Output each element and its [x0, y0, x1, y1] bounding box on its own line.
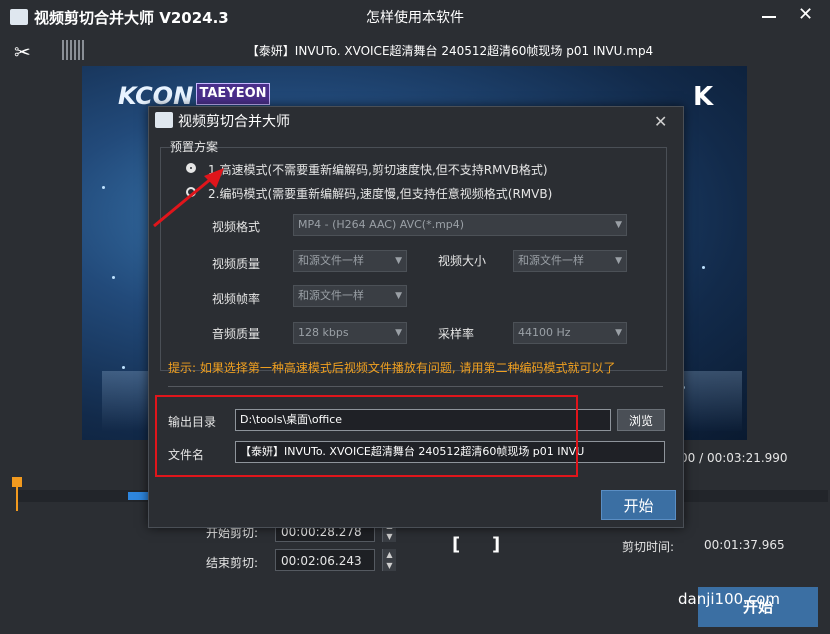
- preset-label: 预置方案: [170, 140, 219, 154]
- set-end-bracket-button[interactable]: ]: [492, 534, 500, 555]
- minimize-button[interactable]: [762, 16, 776, 18]
- video-format-value: MP4 - (H264 AAC) AVC(*.mp4): [298, 218, 465, 231]
- audio-waveform-icon[interactable]: [62, 40, 84, 60]
- video-fps-label: 视频帧率: [212, 292, 261, 306]
- app-title: 视频剪切合并大师 V2024.3: [34, 9, 229, 27]
- playhead-line: [16, 487, 18, 511]
- set-start-bracket-button[interactable]: [: [452, 534, 460, 555]
- watermark: danji100.com: [678, 590, 780, 608]
- audio-quality-value: 128 kbps: [298, 326, 349, 339]
- sample-rate-label: 采样率: [438, 327, 475, 341]
- video-quality-select[interactable]: 和源文件一样 ▼: [293, 250, 407, 272]
- scissors-icon[interactable]: ✂: [14, 40, 31, 64]
- high-speed-mode-label[interactable]: 1.高速模式(不需要重新编解码,剪切速度快,但不支持RMVB格式): [208, 161, 548, 178]
- video-size-value: 和源文件一样: [518, 254, 584, 267]
- channel-logo: K: [693, 82, 714, 112]
- close-window-button[interactable]: ✕: [798, 4, 813, 25]
- browse-button[interactable]: 浏览: [617, 409, 665, 431]
- video-fps-value: 和源文件一样: [298, 289, 364, 302]
- artist-badge: TAEYEON: [196, 83, 270, 105]
- cut-time-label: 剪切时间:: [622, 540, 675, 554]
- video-fps-select[interactable]: 和源文件一样 ▼: [293, 285, 407, 307]
- sample-rate-value: 44100 Hz: [518, 326, 571, 339]
- end-cut-field[interactable]: 00:02:06.243: [275, 549, 375, 571]
- video-format-label: 视频格式: [212, 220, 261, 234]
- video-format-select[interactable]: MP4 - (H264 AAC) AVC(*.mp4) ▼: [293, 214, 627, 236]
- end-cut-label: 结束剪切:: [206, 556, 259, 570]
- dialog-title: 视频剪切合并大师: [178, 114, 290, 130]
- video-size-label: 视频大小: [438, 254, 487, 268]
- help-link[interactable]: 怎样使用本软件: [366, 7, 464, 27]
- audio-quality-label: 音频质量: [212, 327, 261, 341]
- selected-segment[interactable]: [128, 492, 150, 500]
- file-title: 【泰妍】INVUTo. XVOICE超清舞台 240512超清60帧现场 p01…: [246, 44, 654, 58]
- video-quality-value: 和源文件一样: [298, 254, 364, 267]
- dialog-start-button[interactable]: 开始: [601, 490, 676, 520]
- divider: [168, 386, 663, 387]
- dialog-app-icon: [155, 112, 173, 128]
- end-cut-stepper[interactable]: ▲ ▼: [382, 549, 396, 571]
- video-size-select[interactable]: 和源文件一样 ▼: [513, 250, 627, 272]
- cut-time-value: 00:01:37.965: [704, 538, 785, 552]
- playhead-handle[interactable]: [12, 477, 22, 487]
- hint-text: 提示: 如果选择第一种高速模式后视频文件播放有问题, 请用第二种编码模式就可以了: [168, 361, 616, 375]
- video-quality-label: 视频质量: [212, 257, 261, 271]
- app-logo-icon: [10, 9, 28, 25]
- sample-rate-select[interactable]: 44100 Hz ▼: [513, 322, 627, 344]
- dialog-close-icon[interactable]: ✕: [654, 112, 667, 131]
- audio-quality-select[interactable]: 128 kbps ▼: [293, 322, 407, 344]
- annotation-highlight-box: [155, 395, 578, 477]
- total-time: 00 / 00:03:21.990: [680, 451, 788, 465]
- encode-mode-label[interactable]: 2.编码模式(需要重新编解码,速度慢,但支持任意视频格式(RMVB): [208, 185, 552, 202]
